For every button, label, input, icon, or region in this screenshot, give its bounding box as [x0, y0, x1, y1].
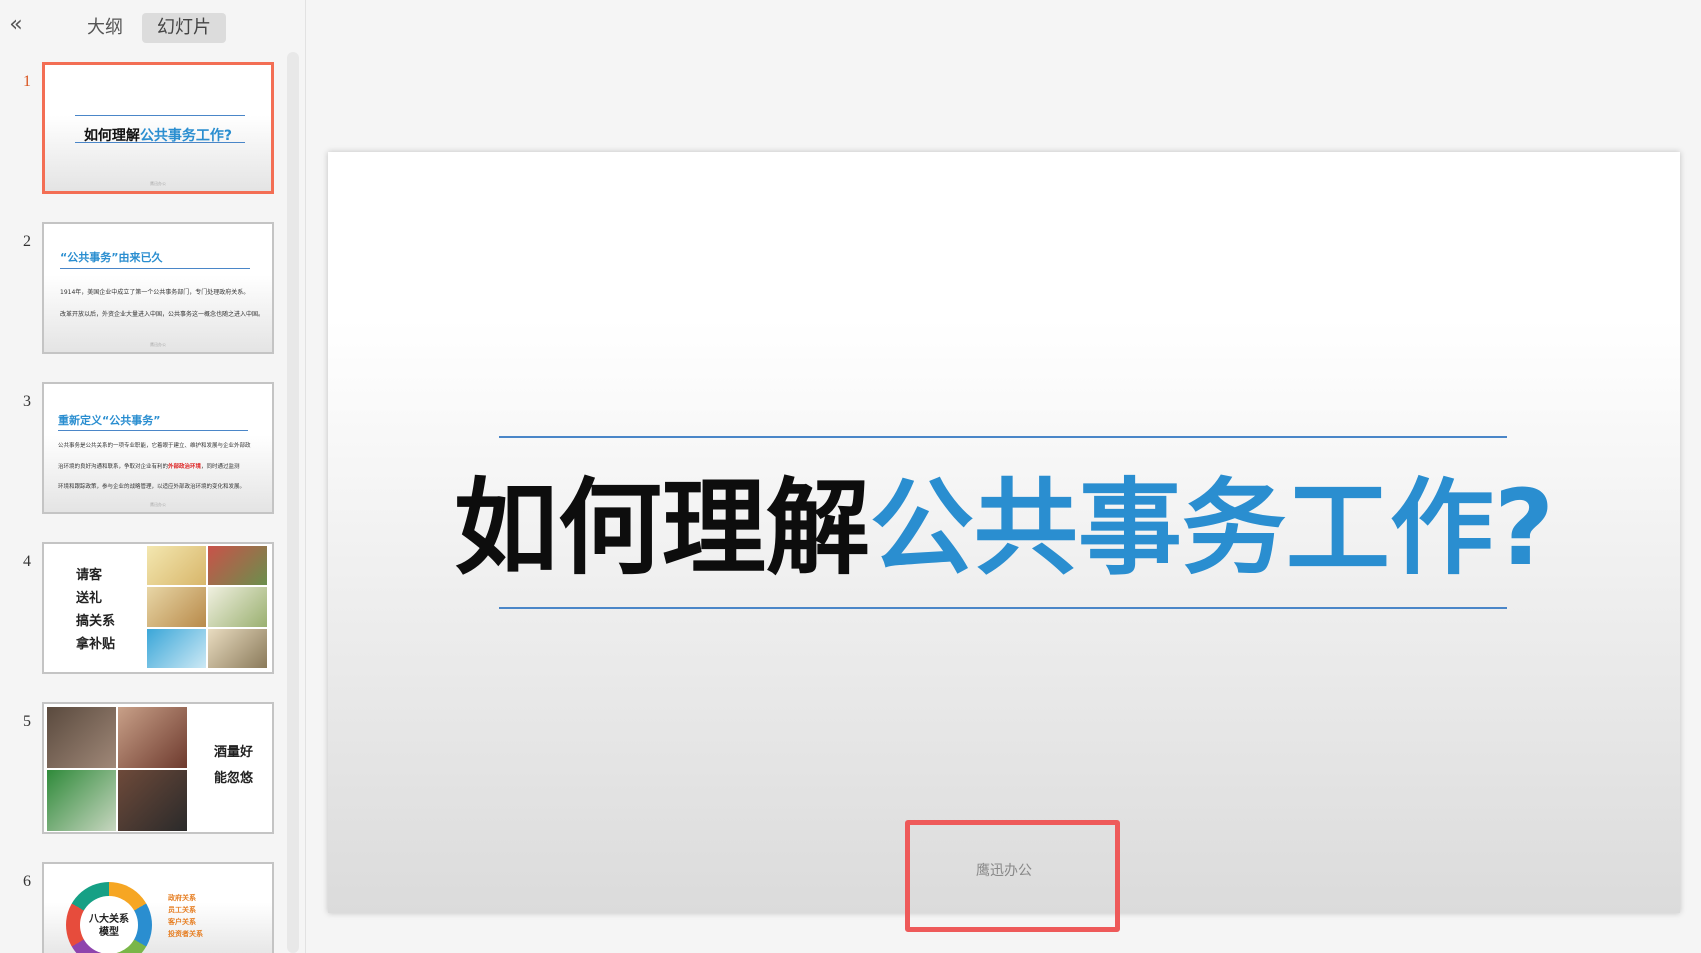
thumbnail-paragraph: 改革开放以后，外资企业大量进入中国，公共事务这一概念也随之进入中国。 [60, 311, 260, 318]
word-item: 酒量好 [214, 745, 254, 760]
title-rule [75, 142, 245, 143]
slide-thumbnail-4[interactable]: 请客 送礼 搞关系 拿补贴 [42, 542, 274, 674]
cartoon-image-grid [147, 546, 267, 668]
emphasis-text: 外部政治环境 [168, 464, 202, 470]
relationship-item: 政府关系 [168, 894, 196, 902]
slide-number: 6 [23, 873, 31, 890]
cartoon-image [208, 628, 267, 668]
photo-grid [47, 707, 187, 831]
relationship-item: 员工关系 [168, 906, 196, 914]
title-black-text: 如何理解 [453, 467, 870, 589]
heading-rule [60, 268, 250, 269]
cartoon-image [208, 546, 267, 586]
cartoon-image [147, 587, 206, 627]
slide-thumbnail-1[interactable]: 如何理解公共事务工作? 鹰迅办公 [42, 62, 274, 194]
thumbnail-heading: 重新定义“公共事务” [58, 414, 161, 427]
thumbnail-footer: 鹰迅办公 [150, 502, 166, 507]
title-blue-text: 公共事务工作? [869, 467, 1555, 589]
thumbnail-paragraph: 治环境的良好沟通和联系，争取对企业有利的外部政治环境，同时通过监测 [58, 462, 258, 470]
slide-number: 4 [23, 553, 31, 570]
heading-rule [58, 430, 248, 431]
cartoon-image [147, 628, 206, 668]
thumbnail-word-list: 请客 送礼 搞关系 拿补贴 [76, 564, 115, 656]
current-slide[interactable]: 如何理解公共事务工作? 鹰迅办公 [328, 152, 1680, 913]
thumbnail-word-list: 酒量好 能忽悠 [214, 740, 253, 792]
photo [47, 770, 116, 831]
thumbnail-heading: “公共事务”由来已久 [60, 251, 163, 264]
thumbnail-footer: 鹰迅办公 [150, 342, 166, 347]
editing-canvas: 如何理解公共事务工作? 鹰迅办公 [306, 0, 1701, 953]
slide-thumbnail-6[interactable]: 八大关系 模型 政府关系 员工关系 客户关系 投资者关系 [42, 862, 274, 953]
thumbnail-scrollbar[interactable] [287, 52, 299, 953]
slide-thumbnail-5[interactable]: 酒量好 能忽悠 [42, 702, 274, 834]
paragraph-text: 治环境的良好沟通和联系，争取对企业有利的 [58, 464, 169, 470]
photo [47, 707, 116, 768]
word-item: 搞关系 [76, 614, 116, 629]
thumbnail-paragraph: 环境和跟踪政策，参与企业的战略管理，以适应外部政治环境的变化和发展。 [58, 484, 246, 490]
slide-panel: « 大纲 幻灯片 1 如何理解公共事务工作? 鹰迅办公 2 “公共事务”由来已久… [0, 0, 306, 953]
slide-thumbnail-2[interactable]: “公共事务”由来已久 1914年，美国企业中成立了第一个公共事务部门，专门处理政… [42, 222, 274, 354]
word-item: 送礼 [76, 591, 103, 606]
paragraph-text: ，同时通过监测 [201, 464, 240, 470]
word-item: 能忽悠 [214, 771, 254, 786]
slide-number: 5 [23, 713, 31, 730]
wheel-center-label: 八大关系 模型 [80, 896, 138, 953]
photo [118, 770, 187, 831]
word-item: 请客 [76, 568, 103, 583]
collapse-panel-icon[interactable]: « [4, 14, 28, 38]
slide-title[interactable]: 如何理解公共事务工作? [328, 470, 1680, 586]
cartoon-image [208, 587, 267, 627]
title-bottom-rule [499, 607, 1507, 609]
title-rule [75, 115, 245, 116]
wheel-center-line: 八大关系 [89, 914, 129, 925]
footer-highlight-box [905, 820, 1120, 932]
relationship-item: 投资者关系 [168, 930, 203, 938]
wheel-center-line: 模型 [99, 927, 119, 938]
thumbnail-footer: 鹰迅办公 [150, 181, 166, 186]
slide-number: 2 [23, 233, 31, 250]
tab-slides[interactable]: 幻灯片 [142, 13, 226, 43]
photo [118, 707, 187, 768]
slide-number: 1 [23, 73, 31, 90]
relationship-item: 客户关系 [168, 918, 196, 926]
slide-number: 3 [23, 393, 31, 410]
title-top-rule [499, 436, 1507, 438]
relationship-list: 政府关系 员工关系 客户关系 投资者关系 [168, 892, 203, 940]
cartoon-image [147, 546, 206, 586]
slide-thumbnail-3[interactable]: 重新定义“公共事务” 公共事务是公共关系的一项专业职能，它着眼于建立、维护和发展… [42, 382, 274, 514]
tab-outline[interactable]: 大纲 [80, 13, 130, 43]
word-item: 拿补贴 [76, 637, 116, 652]
thumbnail-paragraph: 公共事务是公共关系的一项专业职能，它着眼于建立、维护和发展与企业外部政 [58, 443, 251, 449]
thumbnail-paragraph: 1914年，美国企业中成立了第一个公共事务部门，专门处理政府关系。 [60, 289, 250, 296]
